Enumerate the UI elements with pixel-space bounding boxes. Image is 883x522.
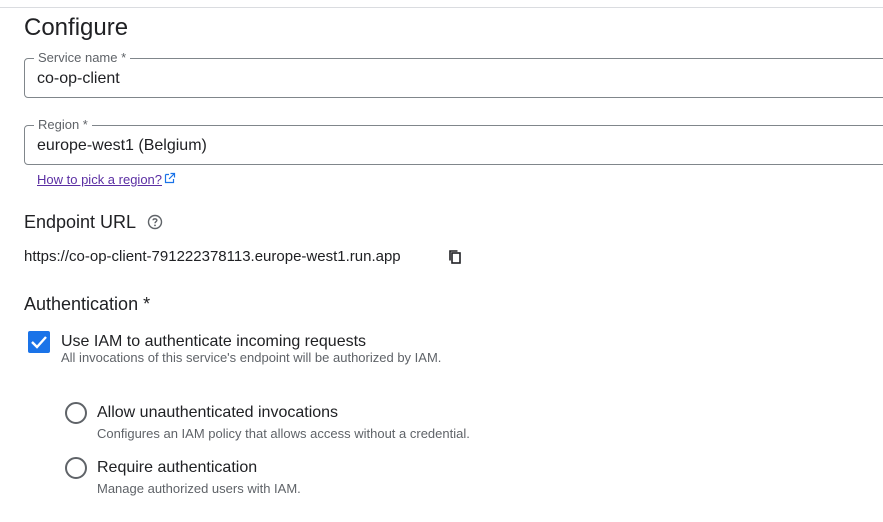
require-authentication-radio[interactable] xyxy=(65,457,87,479)
authentication-heading: Authentication * xyxy=(24,294,151,314)
region-help-link[interactable]: How to pick a region? xyxy=(37,172,176,188)
help-icon[interactable] xyxy=(147,214,163,230)
check-icon xyxy=(31,336,47,349)
use-iam-label[interactable]: Use IAM to authenticate incoming request… xyxy=(61,332,366,352)
service-name-field[interactable]: Service name * xyxy=(24,50,883,98)
require-authentication-description: Manage authorized users with IAM. xyxy=(97,481,301,496)
top-divider xyxy=(0,7,883,8)
region-help-link-text: How to pick a region? xyxy=(37,172,163,187)
region-selected-value: europe-west1 (Belgium) xyxy=(37,137,207,154)
service-name-label: Service name * xyxy=(34,50,131,66)
region-label: Region * xyxy=(34,117,92,133)
copy-icon[interactable] xyxy=(447,249,463,265)
region-select[interactable]: Region * europe-west1 (Belgium) xyxy=(24,117,883,165)
endpoint-url-heading: Endpoint URL xyxy=(24,212,137,232)
use-iam-description: All invocations of this service's endpoi… xyxy=(61,350,442,365)
allow-unauthenticated-radio[interactable] xyxy=(65,402,87,424)
page-title: Configure xyxy=(24,14,129,41)
endpoint-url-value: https://co-op-client-791222378113.europe… xyxy=(24,248,401,265)
allow-unauthenticated-description: Configures an IAM policy that allows acc… xyxy=(97,426,470,441)
use-iam-checkbox[interactable] xyxy=(28,331,50,353)
external-link-icon xyxy=(164,172,176,184)
allow-unauthenticated-label[interactable]: Allow unauthenticated invocations xyxy=(97,403,338,423)
service-name-input[interactable] xyxy=(37,69,837,89)
require-authentication-label[interactable]: Require authentication xyxy=(97,458,257,478)
